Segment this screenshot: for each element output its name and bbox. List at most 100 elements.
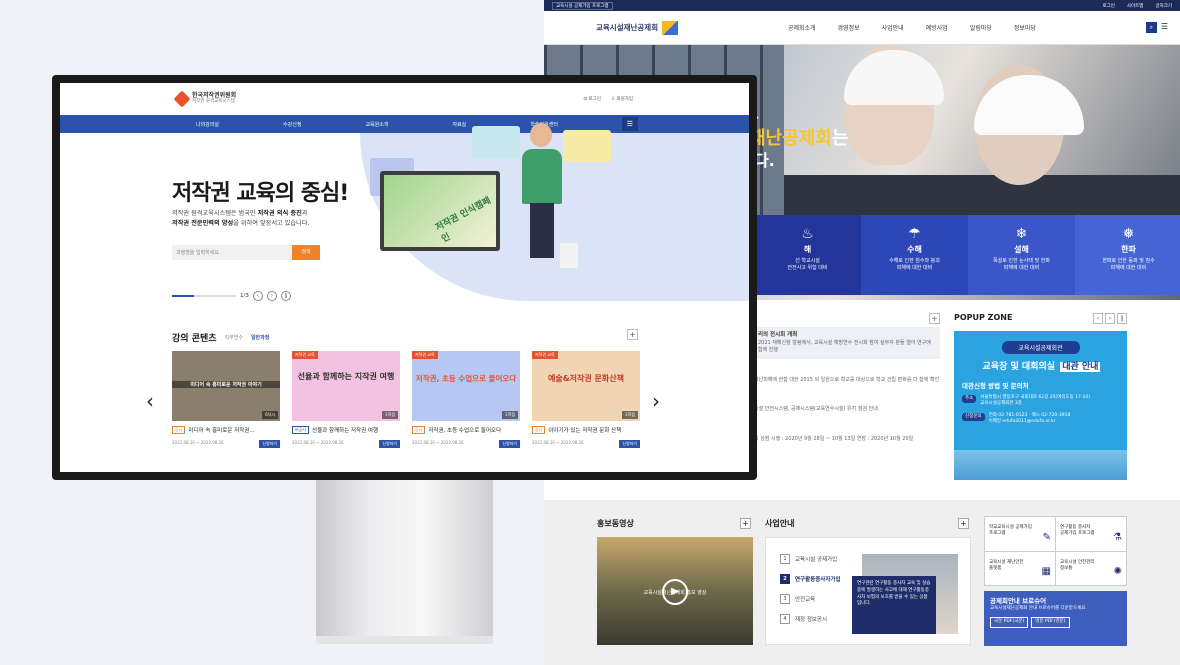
tile-desc: 선 학교시설 안전사고 위험 대비 bbox=[787, 257, 828, 271]
course-card[interactable]: 저작권 교육 선율과 함께하는 지작권 여행 1학점 비공사 선율과 함께하는 저… bbox=[292, 351, 400, 448]
logo-text: 교육시설재난공제회 bbox=[596, 23, 659, 32]
desc-text: 저작권 원격교육시스템은 범국민 bbox=[172, 210, 258, 217]
pause-icon[interactable]: ∥ bbox=[280, 291, 291, 301]
thumb-title: 선율과 함께하는 지작권 여행 bbox=[297, 372, 395, 381]
apply-button[interactable]: 신청하기 bbox=[259, 440, 280, 448]
notice-item[interactable]: 재난피해에 한함 대한 2015 외 일원으로 학교를 대상으로 학교 건립 변… bbox=[754, 373, 940, 389]
carousel-next-icon[interactable]: › bbox=[652, 389, 660, 413]
quick-link[interactable]: 교육시설 안전관리 정보통 ✺ bbox=[1056, 551, 1126, 585]
character-illustration bbox=[520, 123, 564, 263]
login-link[interactable]: ⊡ 로그인 bbox=[583, 96, 601, 102]
biz-item[interactable]: 1 교육시설 공제가입 bbox=[780, 554, 837, 564]
course-date: 2022.08.16 ~ 2022.08.26 bbox=[172, 440, 224, 445]
building-icon: ▦ bbox=[1041, 566, 1051, 577]
notice-body: 공 상점 시행 : 2020년 9월 28일 ~ 10월 13일 연장 : 20… bbox=[754, 435, 914, 442]
signup-label: 회원가입 bbox=[616, 97, 633, 102]
hero-highlight: 재난공제회 bbox=[749, 128, 832, 149]
course-card[interactable]: 저작권 교육 저작권, 초등 수업으로 들어오다 1학점 공사 저작권, 초등 수… bbox=[412, 351, 520, 448]
fire-icon: ♨ bbox=[801, 226, 814, 242]
course-card[interactable]: 미디어 속 흥미로운 저작권 이야기 6차시 공사 미디어 속 흥미로운 저작권.… bbox=[172, 351, 280, 448]
nav-item[interactable]: 공제회소개 bbox=[788, 23, 816, 32]
menu-icon[interactable]: ☰ bbox=[621, 117, 638, 131]
hero-line: 다. bbox=[754, 151, 775, 170]
course-title: 선율과 함께하는 저작권 여행 bbox=[312, 428, 379, 434]
biz-item[interactable]: 4 재정 정보공시 bbox=[780, 614, 827, 624]
brochure-box: 공제회안내 브로슈어 교육시설재난공제회 안내 브로슈어를 다운받으세요. 국문… bbox=[984, 591, 1127, 646]
biz-item[interactable]: 2 연구활동종사자가입 bbox=[780, 574, 841, 584]
carousel-prev-icon[interactable]: ‹ bbox=[146, 389, 154, 413]
search-button[interactable]: 검색 bbox=[292, 245, 320, 260]
more-plus-icon[interactable]: + bbox=[740, 518, 751, 529]
prev-icon[interactable]: ‹ bbox=[252, 291, 263, 301]
pdf-download-button[interactable]: 영문 PDF(영문) bbox=[1031, 617, 1070, 628]
next-icon[interactable]: › bbox=[266, 291, 277, 301]
screen-logo[interactable]: 한국저작권위원회 저작권 원격교육시스템 bbox=[173, 90, 236, 108]
quick-link[interactable]: 연구활동 종사자 공제가입 프로그램 ⚗ bbox=[1056, 517, 1126, 551]
menu-icon[interactable]: ☰ bbox=[1161, 22, 1168, 33]
course-tag: 저작권 교육 bbox=[532, 351, 558, 359]
notice-item[interactable]: 공 상점 시행 : 2020년 9월 28일 ~ 10월 13일 연장 : 20… bbox=[754, 432, 940, 448]
stand-foot bbox=[316, 636, 493, 644]
quick-label: 교육시설 안전관리 정보통 bbox=[1060, 559, 1095, 571]
more-plus-icon[interactable]: + bbox=[958, 518, 969, 529]
notice-body: 재난피해에 한함 대한 2015 외 일원으로 학교를 대상으로 학교 건립 변… bbox=[754, 376, 940, 383]
more-plus-icon[interactable]: + bbox=[929, 313, 940, 324]
notice-item[interactable]: 리의 전시회 개최 2021 재해신청 알림에서, 교육시설 예방연수 전시회 참… bbox=[754, 327, 940, 359]
course-badge: 비공사 bbox=[292, 426, 310, 434]
popup-zone: POPUP ZONE ‹ › ∥ 교육시설공제회관 교육장 및 대회의실 대관 안내… bbox=[954, 313, 1127, 480]
login-link[interactable]: 로그인 bbox=[1102, 3, 1114, 9]
promo-video[interactable]: 교육시설재난공제회 홍보 영상 ▶ bbox=[597, 537, 753, 645]
more-plus-icon[interactable]: + bbox=[627, 329, 638, 340]
login-label: 로그인 bbox=[588, 97, 601, 102]
disaster-tiles: ♨ 해 선 학교시설 안전사고 위험 대비 ☂ 수해 수해로 인한 침수와 붕괴 피해에… bbox=[754, 215, 1180, 295]
biz-item[interactable]: 3 안전교육 bbox=[780, 594, 815, 604]
atom-icon: ✺ bbox=[1113, 566, 1122, 577]
pdf-download-button[interactable]: 국문 PDF(국문) bbox=[990, 617, 1029, 628]
disaster-tile[interactable]: ☂ 수해 수해로 인한 침수와 붕괴 피해에 대한 대비 bbox=[861, 215, 968, 295]
nav-item[interactable]: 경영정보 bbox=[838, 23, 860, 32]
nav-item[interactable]: 자료실 bbox=[452, 121, 466, 128]
prev-icon[interactable]: ‹ bbox=[1093, 313, 1103, 324]
logo-sub: 저작권 원격교육시스템 bbox=[192, 98, 235, 104]
next-icon[interactable]: › bbox=[1105, 313, 1115, 324]
addr-key: 주소 bbox=[962, 395, 977, 403]
apply-button[interactable]: 신청하기 bbox=[379, 440, 400, 448]
nav-item[interactable]: 수강신청 bbox=[283, 121, 301, 128]
apply-button[interactable]: 신청하기 bbox=[619, 440, 640, 448]
quick-link[interactable]: 학교교육시설 공제가입 프로그램 ✎ bbox=[985, 517, 1055, 551]
biz-desc-box: 연구관련 연구활동 종사자 교육 및 실습 중에 발생하는 사고에 대해 연구활… bbox=[852, 576, 936, 634]
course-date: 2022.08.16 ~ 2022.08.26 bbox=[292, 440, 344, 445]
nav-item[interactable]: 알림마당 bbox=[970, 23, 992, 32]
floating-card bbox=[472, 126, 520, 158]
course-badge: 공사 bbox=[172, 426, 186, 434]
nav-item[interactable]: 예방사업 bbox=[926, 23, 948, 32]
nav-item[interactable]: 나의강의실 bbox=[196, 121, 219, 128]
quick-link[interactable]: 교육시설 재난안전 플랫폼 ▦ bbox=[985, 551, 1055, 585]
nav-item[interactable]: 정보마당 bbox=[1014, 23, 1036, 32]
popup-banner[interactable]: 교육시설공제회관 교육장 및 대회의실 대관 안내 대관신청 방법 및 문의처 … bbox=[954, 331, 1127, 480]
plant-illustration bbox=[560, 243, 578, 268]
course-card[interactable]: 저작권 교육 예술&저작권 문화산책 1학점 공사 이야기가 있는 저작권 문화 … bbox=[532, 351, 640, 448]
apply-button[interactable]: 신청하기 bbox=[499, 440, 520, 448]
nav-item[interactable]: 교육원소개 bbox=[365, 121, 388, 128]
disaster-tile[interactable]: ♨ 해 선 학교시설 안전사고 위험 대비 bbox=[754, 215, 861, 295]
play-icon[interactable]: ▶ bbox=[662, 579, 688, 605]
tile-desc: 폭설로 인한 눈사태 및 한파 피해에 대한 대비 bbox=[993, 257, 1050, 271]
signup-link[interactable]: ♙ 회원가입 bbox=[611, 96, 633, 102]
program-select[interactable]: 교육시설 공제가입 프로그램 bbox=[552, 1, 613, 10]
phone-value: 전화 02-781-0123 · 팩스 02-720-3918 이메일 eduf… bbox=[988, 412, 1071, 424]
nav-item[interactable]: 사업안내 bbox=[882, 23, 904, 32]
disaster-tile[interactable]: ❄ 설해 폭설로 인한 눈사태 및 한파 피해에 대한 대비 bbox=[968, 215, 1075, 295]
course-search-input[interactable]: 과정명을 입력하세요. bbox=[172, 245, 292, 260]
logo-cube-icon bbox=[662, 20, 679, 35]
site-logo[interactable]: 교육시설재난공제회 bbox=[596, 20, 679, 35]
font-size-control[interactable]: 글자크기 bbox=[1155, 3, 1172, 9]
tab-general-course[interactable]: 일반과정 bbox=[251, 334, 269, 341]
course-list: 미디어 속 흥미로운 저작권 이야기 6차시 공사 미디어 속 흥미로운 저작권.… bbox=[172, 351, 640, 448]
disaster-tile[interactable]: ❅ 한파 한파로 인한 동파 및 침수 피해에 대한 대비 bbox=[1075, 215, 1180, 295]
sitemap-link[interactable]: 사이트맵 bbox=[1127, 3, 1144, 9]
search-icon[interactable]: ⌕ bbox=[1145, 22, 1157, 33]
tab-job-training[interactable]: 직무연수 bbox=[225, 334, 243, 341]
notice-item[interactable]: 시설 안전시스템, 공제시스템(교육연수시설) 유지 점검 안내 bbox=[754, 402, 940, 418]
pause-icon[interactable]: ∥ bbox=[1117, 313, 1127, 324]
